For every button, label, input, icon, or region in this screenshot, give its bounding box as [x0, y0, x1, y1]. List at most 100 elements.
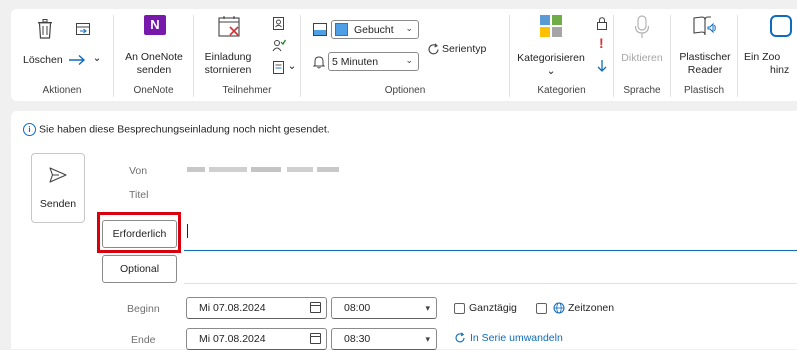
group-label-onenote: OneNote	[133, 85, 174, 96]
immersive-reader-line2: Reader	[687, 64, 723, 76]
categorize-label: Kategorisieren	[517, 52, 585, 64]
recurrence-label: Serientyp	[442, 43, 487, 55]
send-to-onenote-line2: senden	[136, 64, 172, 76]
start-date-input[interactable]: Mi 07.08.2024	[186, 297, 327, 319]
microphone-icon	[634, 15, 650, 38]
calendar-icon[interactable]	[310, 302, 321, 313]
group-label-teilnehmer: Teilnehmer	[222, 85, 272, 96]
start-label: Beginn	[127, 303, 160, 315]
allday-label: Ganztägig	[469, 302, 517, 314]
cancel-invitation-button[interactable]: Einladung stornieren	[198, 13, 258, 81]
forward-chevron[interactable]: ⌄	[92, 52, 102, 65]
group-kategorien: Kategorisieren ⌄ ! Kategorien	[510, 9, 613, 101]
recurrence-icon	[428, 43, 439, 55]
end-date-input[interactable]: Mi 07.08.2024	[186, 328, 327, 350]
end-time-dropdown-icon[interactable]: ▾	[425, 329, 430, 349]
show-as-chevron: ⌄	[405, 23, 413, 33]
end-label: Ende	[131, 334, 156, 346]
show-as-value: Gebucht	[354, 24, 394, 36]
group-label-kategorien: Kategorien	[537, 85, 586, 96]
immersive-reader-button[interactable]: Plastischer Reader	[675, 13, 735, 81]
move-to-folder-icon[interactable]	[76, 23, 90, 35]
title-label: Titel	[129, 189, 149, 201]
start-date-value: Mi 07.08.2024	[199, 302, 266, 314]
send-button[interactable]: Senden	[31, 153, 85, 223]
group-onenote: N An OneNote senden OneNote	[114, 9, 193, 101]
from-value-redacted	[187, 166, 339, 174]
busy-swatch	[335, 23, 348, 36]
make-recurring-label: In Serie umwandeln	[470, 332, 563, 344]
group-plastisch: Plastischer Reader Plastisch	[671, 9, 737, 101]
show-as-select[interactable]: Gebucht ⌄	[331, 20, 419, 39]
forward-arrow-icon[interactable]	[68, 54, 86, 66]
calendar-icon[interactable]	[310, 333, 321, 344]
send-label: Senden	[39, 198, 77, 210]
info-icon: i	[23, 123, 36, 136]
optional-input-underline	[184, 283, 797, 284]
required-attendees-input[interactable]	[184, 214, 797, 250]
end-time-input[interactable]: 08:30 ▾	[331, 328, 437, 350]
start-time-input[interactable]: 08:00 ▾	[331, 297, 437, 319]
highlight-box	[97, 212, 181, 253]
end-date-value: Mi 07.08.2024	[199, 333, 266, 345]
make-recurring-link[interactable]: In Serie umwandeln	[454, 330, 584, 346]
cancel-invitation-line1: Einladung	[204, 51, 252, 63]
immersive-reader-line1: Plastischer	[679, 51, 731, 63]
zoom-line2: hinz	[770, 64, 790, 76]
high-importance-icon[interactable]: !	[599, 35, 604, 51]
zoom-line1: Ein Zoo	[744, 51, 781, 63]
group-label-sprache: Sprache	[623, 85, 661, 96]
optional-attendees-button[interactable]: Optional	[102, 255, 177, 283]
dictate-label: Diktieren	[621, 52, 663, 64]
reminder-select[interactable]: 5 Minuten ⌄	[328, 52, 419, 71]
dictate-button[interactable]: Diktieren	[616, 13, 668, 81]
immersive-reader-icon	[693, 16, 716, 36]
address-book-icon[interactable]	[273, 17, 284, 30]
compose-area: i Sie haben diese Besprechungseinladung n…	[11, 111, 797, 350]
trash-icon	[38, 19, 52, 39]
bell-icon	[313, 56, 325, 69]
group-label-aktionen: Aktionen	[42, 85, 82, 96]
cancel-invitation-line2: stornieren	[204, 64, 252, 76]
check-names-icon[interactable]	[272, 39, 286, 52]
end-time-value: 08:30	[344, 333, 371, 345]
zoom-icon	[770, 15, 792, 37]
group-teilnehmer: Einladung stornieren ⌄ Teilnehmer	[194, 9, 300, 101]
delete-button[interactable]: Löschen	[15, 15, 67, 77]
group-optionen: Gebucht ⌄ 5 Minuten ⌄ Serientyp Optionen	[301, 9, 509, 101]
group-sprache: Diktieren Sprache	[614, 9, 670, 101]
start-time-value: 08:00	[344, 302, 371, 314]
start-time-dropdown-icon[interactable]: ▾	[425, 298, 430, 318]
optional-attendees-input[interactable]	[184, 255, 797, 283]
allday-checkbox[interactable]	[454, 303, 465, 314]
delete-label: Löschen	[23, 54, 63, 66]
timezones-label: Zeitzonen	[568, 302, 615, 314]
lock-icon[interactable]	[597, 17, 607, 30]
categorize-chevron: ⌄	[546, 65, 556, 77]
reminder-chevron: ⌄	[405, 55, 413, 65]
calendar-cancel-icon	[218, 16, 240, 37]
group-zoom: Ein Zoo hinz	[738, 9, 797, 101]
recurrence-icon	[455, 332, 465, 343]
response-options-icon[interactable]	[273, 61, 284, 74]
send-to-onenote-line1: An OneNote	[125, 51, 183, 63]
categorize-button[interactable]: Kategorisieren ⌄	[512, 13, 590, 81]
categorize-icon	[540, 15, 562, 37]
send-icon	[49, 167, 67, 183]
group-aktionen: Löschen ⌄ Aktionen	[11, 9, 113, 101]
info-bar: i Sie haben diese Besprechungseinladung n…	[23, 123, 330, 136]
response-options-chevron[interactable]: ⌄	[287, 60, 297, 73]
onenote-icon: N	[144, 15, 166, 35]
show-as-icon	[313, 23, 327, 36]
info-text: Sie haben diese Besprechungseinladung no…	[39, 123, 330, 136]
recurrence-button[interactable]: Serientyp	[425, 42, 503, 58]
low-importance-icon[interactable]	[597, 59, 607, 73]
ribbon: Löschen ⌄ Aktionen N An OneNote senden O…	[11, 9, 797, 101]
group-label-optionen: Optionen	[384, 85, 426, 96]
from-label: Von	[129, 165, 148, 177]
add-zoom-meeting-button[interactable]: Ein Zoo hinz	[744, 13, 797, 81]
required-input-underline	[184, 250, 797, 251]
reminder-value: 5 Minuten	[332, 56, 379, 68]
send-to-onenote-button[interactable]: N An OneNote senden	[118, 13, 190, 81]
timezones-checkbox[interactable]	[536, 303, 547, 314]
